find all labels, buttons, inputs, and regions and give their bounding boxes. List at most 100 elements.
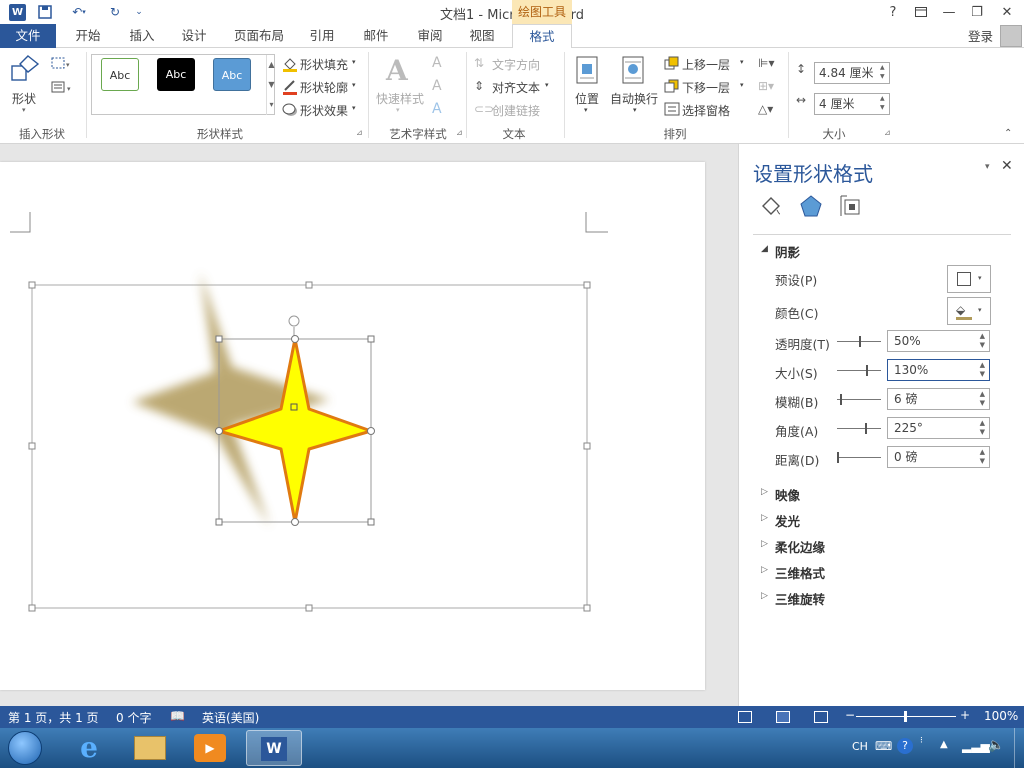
transparency-slider[interactable]: [837, 336, 881, 347]
blur-input[interactable]: 6 磅 ▲ ▼: [887, 388, 990, 410]
expand-icon[interactable]: ▷: [761, 565, 768, 575]
size-slider[interactable]: [837, 365, 881, 376]
align-objects-icon[interactable]: ⊫▾: [758, 56, 774, 70]
text-effects-icon[interactable]: A: [432, 101, 442, 117]
quick-styles-button[interactable]: 快速样式: [376, 90, 424, 107]
dialog-launcher-icon[interactable]: ⊿: [356, 128, 363, 137]
document-page[interactable]: [0, 162, 705, 690]
tab-review[interactable]: 审阅: [410, 24, 450, 48]
keyboard-icon[interactable]: ⌨: [875, 739, 892, 753]
preset-dropdown[interactable]: ▾: [947, 265, 991, 293]
language-indicator[interactable]: 英语(美国): [202, 709, 259, 726]
angle-slider[interactable]: [837, 423, 881, 434]
position-button[interactable]: 位置: [575, 90, 599, 107]
start-button[interactable]: [8, 731, 42, 765]
shadow-color-dropdown[interactable]: ⬙ ▾: [947, 297, 991, 325]
ribbon-display-options-icon[interactable]: [908, 2, 934, 22]
tab-layout[interactable]: 页面布局: [228, 24, 290, 48]
show-hidden-icons[interactable]: ▲: [940, 739, 948, 750]
web-layout-icon[interactable]: [814, 711, 828, 723]
print-layout-icon[interactable]: [776, 711, 790, 723]
soft-edges-section[interactable]: 柔化边缘: [775, 537, 825, 556]
shape-fill-button[interactable]: 形状填充: [300, 56, 348, 73]
collapse-ribbon-icon[interactable]: ⌃: [1004, 128, 1012, 139]
word-count[interactable]: 0 个字: [116, 709, 151, 726]
minimize-button[interactable]: —: [936, 2, 962, 22]
read-mode-icon[interactable]: [738, 711, 752, 723]
size-input[interactable]: 130% ▲ ▼: [887, 359, 990, 381]
internet-explorer-icon[interactable]: e: [72, 732, 106, 764]
expand-icon[interactable]: ▷: [761, 513, 768, 523]
wrap-text-icon[interactable]: [622, 56, 644, 84]
wordart-quick-styles-icon[interactable]: A: [386, 54, 414, 87]
expand-icon[interactable]: ▷: [761, 539, 768, 549]
close-button[interactable]: ✕: [994, 2, 1020, 22]
tab-format[interactable]: 格式: [512, 24, 572, 49]
shape-style-blue[interactable]: Abc: [213, 58, 251, 91]
page-count[interactable]: 第 1 页，共 1 页: [8, 709, 99, 726]
pane-close-icon[interactable]: ✕: [1001, 158, 1013, 174]
effects-icon[interactable]: [799, 194, 823, 218]
3d-format-section[interactable]: 三维格式: [775, 563, 825, 582]
shape-height-input[interactable]: 4.84 厘米: [814, 62, 890, 84]
ime-indicator[interactable]: CH: [852, 740, 868, 753]
angle-input[interactable]: 225° ▲ ▼: [887, 417, 990, 439]
height-spinner-icon[interactable]: ▲ ▼: [880, 63, 885, 81]
text-fill-icon[interactable]: A: [432, 55, 442, 71]
width-spinner-icon[interactable]: ▲ ▼: [880, 94, 885, 112]
distance-slider[interactable]: [837, 452, 881, 463]
shapes-button[interactable]: 形状: [12, 90, 36, 107]
tab-home[interactable]: 开始: [68, 24, 108, 48]
shape-effects-button[interactable]: 形状效果: [300, 102, 348, 119]
shape-width-input[interactable]: 4 厘米: [814, 93, 890, 115]
align-text-button[interactable]: 对齐文本: [492, 79, 540, 96]
transparency-input[interactable]: 50% ▲ ▼: [887, 330, 990, 352]
bring-forward-button[interactable]: 上移一层: [682, 56, 730, 73]
gallery-more-icon[interactable]: ▾: [266, 95, 276, 115]
shadow-section[interactable]: 阴影: [775, 242, 800, 261]
edit-shape-icon[interactable]: ▾: [50, 56, 74, 72]
3d-rotation-section[interactable]: 三维旋转: [775, 589, 825, 608]
layout-properties-icon[interactable]: [839, 194, 863, 218]
wrap-text-button[interactable]: 自动换行: [610, 90, 658, 107]
media-player-icon[interactable]: ▶: [194, 734, 226, 762]
volume-icon[interactable]: 🔈: [988, 738, 1004, 753]
tab-view[interactable]: 视图: [462, 24, 502, 48]
pane-options-icon[interactable]: ▾: [985, 162, 990, 172]
gallery-down-icon[interactable]: ▼: [266, 75, 276, 95]
glow-section[interactable]: 发光: [775, 511, 800, 530]
selection-pane-button[interactable]: 选择窗格: [682, 102, 730, 119]
restore-button[interactable]: ❐: [964, 2, 990, 22]
expand-icon[interactable]: ▷: [761, 591, 768, 601]
tab-references[interactable]: 引用: [302, 24, 342, 48]
tab-file[interactable]: 文件: [0, 24, 56, 48]
expand-icon[interactable]: ▷: [761, 487, 768, 497]
send-backward-button[interactable]: 下移一层: [682, 79, 730, 96]
shape-outline-button[interactable]: 形状轮廓: [300, 79, 348, 96]
zoom-in-button[interactable]: +: [960, 708, 970, 722]
shape-style-outline[interactable]: Abc: [101, 58, 139, 91]
text-outline-icon[interactable]: A: [432, 78, 442, 94]
position-icon[interactable]: [576, 56, 598, 84]
tab-design[interactable]: 设计: [174, 24, 214, 48]
reflection-section[interactable]: 映像: [775, 485, 800, 504]
proofing-icon[interactable]: 📖: [170, 709, 185, 723]
help-icon[interactable]: ?: [897, 738, 913, 754]
expand-shadow-icon[interactable]: ◢: [761, 244, 768, 254]
network-icon[interactable]: ▂▃▅: [962, 739, 990, 753]
distance-input[interactable]: 0 磅 ▲ ▼: [887, 446, 990, 468]
avatar[interactable]: [1000, 25, 1022, 47]
dialog-launcher-icon[interactable]: ⊿: [456, 128, 463, 137]
zoom-level[interactable]: 100%: [984, 709, 1018, 723]
group-objects-icon[interactable]: ⊞▾: [758, 79, 774, 93]
zoom-out-button[interactable]: −: [845, 708, 855, 722]
tab-mailings[interactable]: 邮件: [356, 24, 396, 48]
shapes-icon[interactable]: [10, 54, 40, 82]
blur-slider[interactable]: [837, 394, 881, 405]
file-explorer-icon[interactable]: [134, 736, 166, 760]
draw-textbox-icon[interactable]: ▾: [50, 80, 76, 96]
shape-style-black[interactable]: Abc: [157, 58, 195, 91]
ime-options-icon[interactable]: ⁝: [920, 736, 923, 746]
text-direction-button[interactable]: 文字方向: [492, 56, 540, 73]
rotate-icon[interactable]: △▾: [758, 102, 773, 116]
